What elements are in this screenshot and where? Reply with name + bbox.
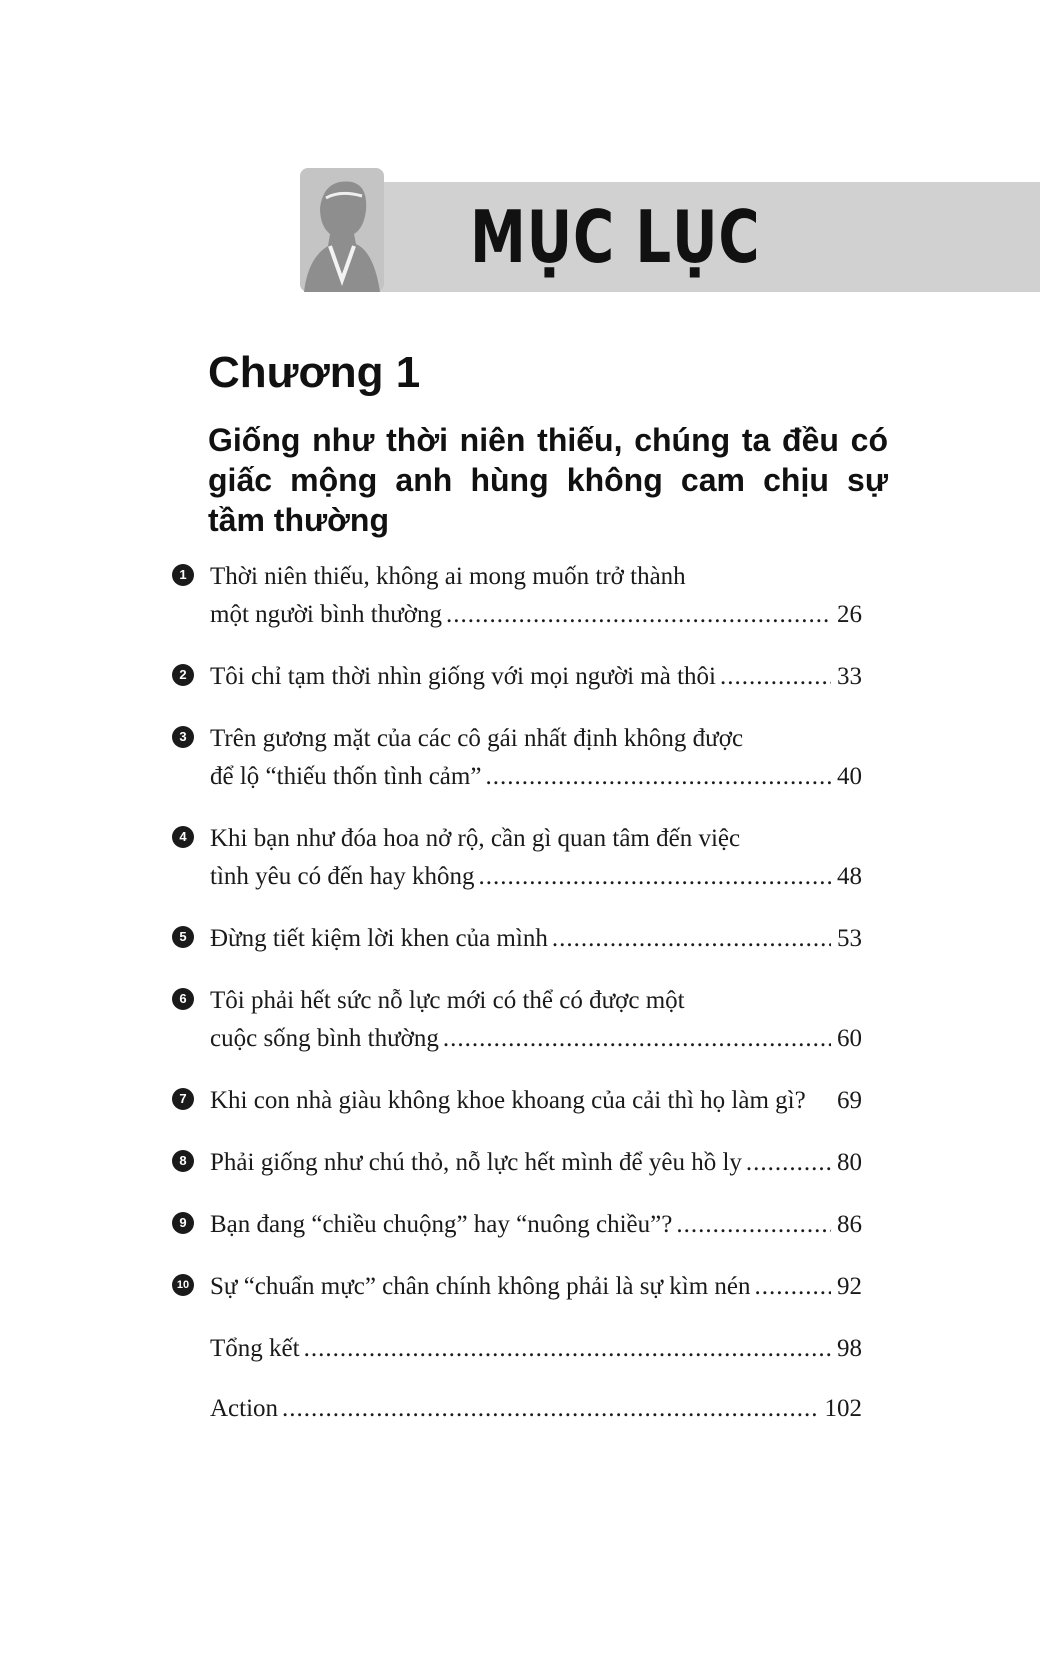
dot-leader [755, 1268, 831, 1306]
page-number: 26 [837, 601, 862, 628]
page-number: 92 [837, 1273, 862, 1300]
page-number: 48 [837, 863, 862, 890]
entry-title: Khi bạn như đóa hoa nở rộ, cần gì quan t… [210, 825, 741, 852]
dot-leader [676, 1206, 831, 1244]
page-title: MỤC LỤC [470, 195, 761, 279]
dot-leader [304, 1330, 831, 1368]
entry-title: Đừng tiết kiệm lời khen của mình [210, 925, 548, 952]
entry-number-badge: 3 [172, 726, 194, 748]
man-silhouette-icon [300, 168, 384, 292]
page-number: 86 [837, 1211, 862, 1238]
page-number: 69 [837, 1087, 862, 1114]
page-number: 53 [837, 925, 862, 952]
dot-leader [282, 1390, 818, 1428]
entry-title-continued: tình yêu có đến hay không [210, 863, 475, 890]
entry-title: Thời niên thiếu, không ai mong muốn trở … [210, 563, 686, 590]
entry-title: Khi con nhà giàu không khoe khoang của c… [210, 1087, 806, 1114]
dot-leader [485, 758, 831, 796]
page-number: 60 [837, 1025, 862, 1052]
entry-title: Bạn đang “chiều chuộng” hay “nuông chiều… [210, 1211, 673, 1238]
page-number: 98 [837, 1335, 862, 1362]
entry-title: Tổng kết [210, 1335, 300, 1362]
dot-leader [443, 1020, 831, 1058]
entry-title: Sự “chuẩn mực” chân chính không phải là … [210, 1273, 751, 1300]
dot-leader [552, 920, 831, 958]
chapter-heading: Chương 1 [208, 348, 421, 397]
entry-number-badge: 4 [172, 826, 194, 848]
page-number: 102 [824, 1395, 863, 1422]
dot-leader [479, 858, 831, 896]
entry-number-badge: 5 [172, 926, 194, 948]
entry-title: Phải giống như chú thỏ, nỗ lực hết mình … [210, 1149, 742, 1176]
page-number: 33 [837, 663, 862, 690]
entry-number-badge: 1 [172, 564, 194, 586]
entry-number-badge: 7 [172, 1088, 194, 1110]
entry-title: Tôi phải hết sức nỗ lực mới có thể có đư… [210, 987, 685, 1014]
entry-title: Trên gương mặt của các cô gái nhất định … [210, 725, 744, 752]
chapter-subtitle: Giống như thời niên thiếu, chúng ta đều … [208, 422, 888, 538]
entry-title: Tôi chỉ tạm thời nhìn giống với mọi ngườ… [210, 663, 716, 690]
entry-title: Action [210, 1395, 279, 1422]
entry-number-badge: 8 [172, 1150, 194, 1172]
entry-title-continued: một người bình thường [210, 601, 443, 628]
dot-leader [720, 658, 831, 696]
entry-number-badge: 6 [172, 988, 194, 1010]
entry-number-badge: 2 [172, 664, 194, 686]
page-number: 40 [837, 763, 862, 790]
dot-leader [746, 1144, 831, 1182]
dot-leader [446, 596, 831, 634]
entry-title-continued: cuộc sống bình thường [210, 1025, 439, 1052]
entry-title-continued: để lộ “thiếu thốn tình cảm” [210, 763, 482, 790]
entry-number-badge: 9 [172, 1212, 194, 1234]
page-number: 80 [837, 1149, 862, 1176]
entry-number-badge: 10 [172, 1274, 194, 1296]
